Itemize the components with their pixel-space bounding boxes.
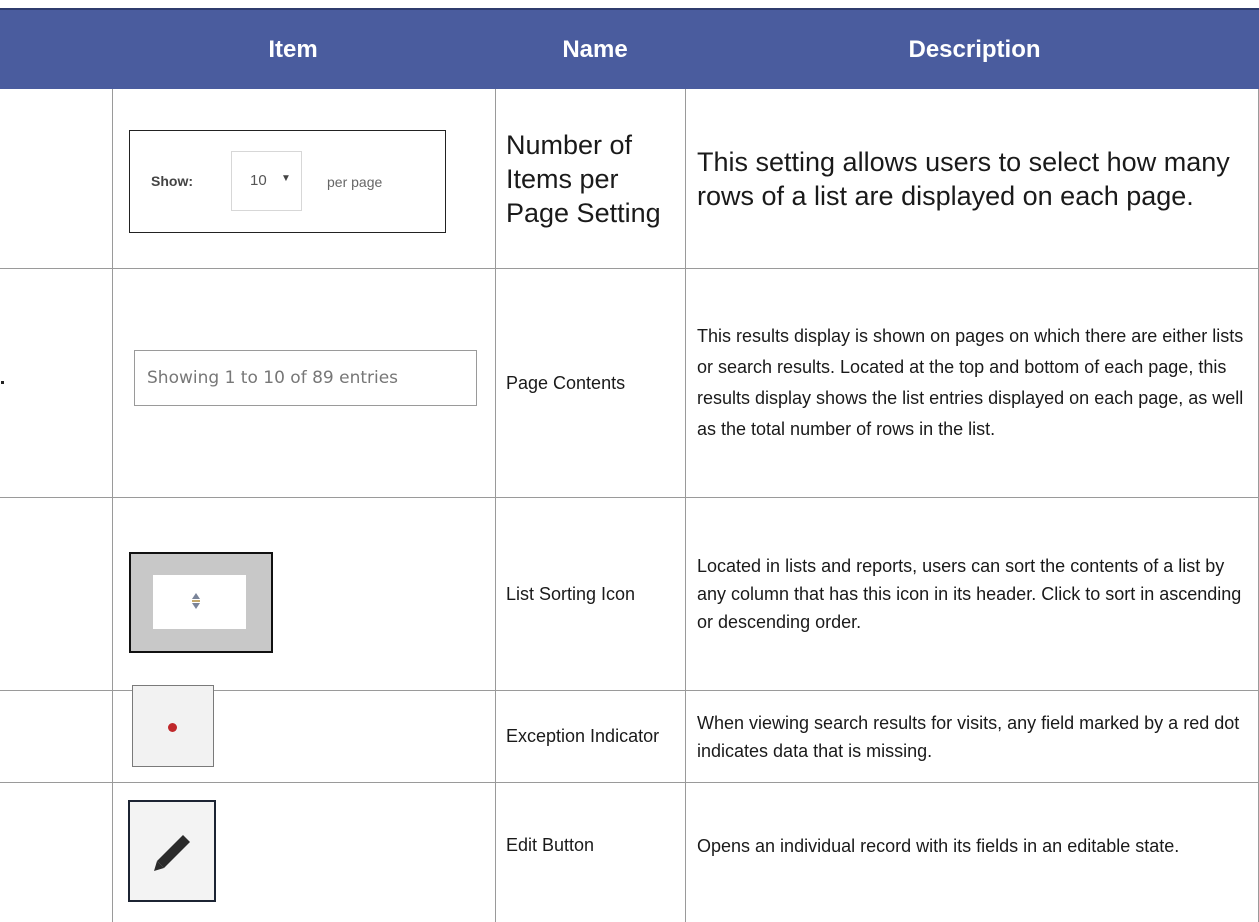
header-description: Description bbox=[908, 36, 1041, 63]
row-name-text: Edit Button bbox=[506, 835, 595, 855]
red-dot-icon bbox=[168, 723, 177, 732]
stray-mark bbox=[1, 381, 4, 384]
column-divider bbox=[495, 89, 496, 922]
row-name: List Sorting Icon bbox=[506, 498, 680, 690]
row-name-text: Number of Items per Page Setting bbox=[506, 130, 661, 228]
row-description-text: When viewing search results for visits, … bbox=[697, 712, 1240, 761]
sort-icon[interactable] bbox=[191, 592, 201, 610]
row-description-text: This setting allows users to select how … bbox=[697, 147, 1230, 211]
header-item: Item bbox=[268, 36, 318, 63]
row-description-text: Located in lists and reports, users can … bbox=[697, 556, 1242, 632]
row-description: Opens an individual record with its fiel… bbox=[697, 783, 1252, 908]
header-name: Name bbox=[562, 36, 628, 63]
column-divider bbox=[112, 89, 113, 922]
row-name: Page Contents bbox=[506, 269, 680, 497]
caret-down-icon: ▼ bbox=[281, 173, 291, 184]
items-per-page-illustration: Show: 10 ▼ per page bbox=[129, 130, 446, 233]
pencil-icon bbox=[154, 835, 190, 871]
row-name-text: Exception Indicator bbox=[506, 726, 660, 746]
sort-illustration-inner bbox=[153, 575, 246, 629]
exception-indicator-illustration bbox=[132, 685, 214, 767]
edit-button-illustration[interactable] bbox=[128, 800, 216, 902]
select-value: 10 bbox=[250, 172, 267, 189]
row-name: Edit Button bbox=[506, 783, 680, 908]
row-description-text: This results display is shown on pages o… bbox=[697, 326, 1244, 439]
column-divider bbox=[685, 89, 686, 922]
row-description: Located in lists and reports, users can … bbox=[697, 498, 1252, 690]
items-per-page-select[interactable]: 10 ▼ bbox=[231, 151, 302, 211]
row-name-text: Page Contents bbox=[506, 372, 626, 393]
row-name-text: List Sorting Icon bbox=[506, 583, 636, 604]
row-name: Number of Items per Page Setting bbox=[506, 90, 680, 268]
entries-count-illustration: Showing 1 to 10 of 89 entries bbox=[134, 350, 477, 406]
row-description: This results display is shown on pages o… bbox=[697, 269, 1252, 497]
row-description: This setting allows users to select how … bbox=[697, 90, 1252, 268]
table-header: Item Name Description bbox=[0, 8, 1259, 89]
sort-illustration bbox=[129, 552, 273, 653]
row-description-text: Opens an individual record with its fiel… bbox=[697, 835, 1180, 856]
row-name: Exception Indicator bbox=[506, 691, 680, 782]
per-page-label: per page bbox=[327, 174, 383, 190]
show-label: Show: bbox=[151, 173, 193, 189]
row-description: When viewing search results for visits, … bbox=[697, 691, 1252, 782]
